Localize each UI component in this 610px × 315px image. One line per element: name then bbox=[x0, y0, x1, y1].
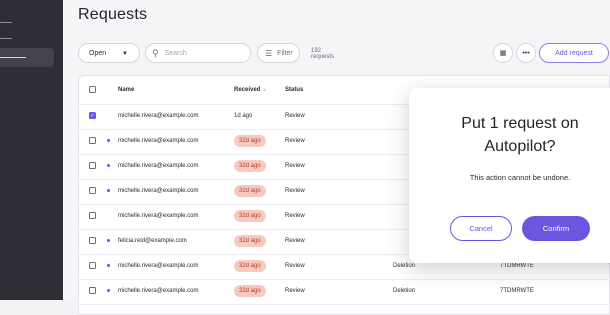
unread-dot-icon bbox=[107, 139, 110, 142]
columns-button[interactable]: ▦ bbox=[493, 43, 513, 63]
row-received: 1d ago bbox=[234, 113, 253, 119]
row-checkbox[interactable] bbox=[89, 287, 96, 294]
sidebar-item-marker bbox=[0, 57, 26, 58]
row-status: Review bbox=[285, 188, 305, 194]
row-type: Deletion bbox=[393, 263, 416, 269]
dialog-title: Put 1 request on Autopilot? bbox=[409, 112, 610, 158]
columns-icon: ▦ bbox=[499, 50, 507, 57]
confirm-button[interactable]: Confirm bbox=[522, 216, 590, 241]
header-name[interactable]: Name bbox=[118, 87, 134, 93]
dialog-subtitle: This action cannot be undone. bbox=[469, 173, 571, 182]
overdue-badge: 32d ago bbox=[234, 185, 266, 197]
sidebar-divider bbox=[0, 38, 12, 39]
row-status: Review bbox=[285, 288, 305, 294]
row-status: Review bbox=[285, 163, 305, 169]
dialog-title-line1: Put 1 request on bbox=[461, 115, 579, 132]
row-type: Deletion bbox=[393, 288, 416, 294]
row-email: michelle.rivera@example.com bbox=[118, 138, 199, 144]
dialog-title-line2: Autopilot? bbox=[484, 138, 556, 155]
overdue-badge: 32d ago bbox=[234, 285, 266, 297]
table-row[interactable]: michelle.rivera@example.com 32d ago Review… bbox=[79, 279, 610, 305]
row-email: michelle.rivera@example.com bbox=[118, 213, 199, 219]
row-checkbox[interactable] bbox=[89, 187, 96, 194]
unread-dot-icon bbox=[107, 239, 110, 242]
row-reference: 7TDMRWTE bbox=[500, 288, 534, 294]
confirm-dialog: Put 1 request on Autopilot? This action … bbox=[409, 88, 610, 263]
caret-down-icon: ▼ bbox=[122, 51, 128, 57]
overdue-badge: 32d ago bbox=[234, 235, 266, 247]
search-icon: ⚲ bbox=[152, 47, 159, 58]
request-count: 192 requests bbox=[311, 48, 335, 60]
row-status: Review bbox=[285, 113, 305, 119]
row-checkbox[interactable]: ✓ bbox=[89, 112, 96, 119]
row-checkbox[interactable] bbox=[89, 237, 96, 244]
row-email: michelle.rivera@example.com bbox=[118, 188, 199, 194]
header-received-label: Received bbox=[234, 87, 261, 93]
overdue-badge: 32d ago bbox=[234, 135, 266, 147]
row-email: michelle.rivera@example.com bbox=[118, 288, 199, 294]
search-placeholder: Search bbox=[164, 49, 187, 57]
unread-dot-icon bbox=[107, 289, 110, 292]
add-request-button[interactable]: Add request bbox=[539, 43, 609, 63]
filter-button[interactable]: ☰ Filter bbox=[257, 43, 300, 63]
search-input[interactable]: ⚲ Search bbox=[145, 43, 251, 63]
row-checkbox[interactable] bbox=[89, 262, 96, 269]
row-email: michelle.rivera@example.com bbox=[118, 163, 199, 169]
header-status[interactable]: Status bbox=[285, 87, 303, 93]
more-icon: ••• bbox=[522, 49, 530, 57]
more-button[interactable]: ••• bbox=[516, 43, 536, 63]
row-email: michelle.rivera@example.com bbox=[118, 113, 199, 119]
status-select[interactable]: Open ▼ bbox=[78, 43, 140, 63]
row-checkbox[interactable] bbox=[89, 212, 96, 219]
status-select-value: Open bbox=[89, 49, 107, 57]
sidebar-item-requests[interactable] bbox=[0, 48, 54, 67]
overdue-badge: 32d ago bbox=[234, 210, 266, 222]
filter-icon: ☰ bbox=[265, 48, 273, 58]
row-checkbox[interactable] bbox=[89, 137, 96, 144]
main-content: Requests Open ▼ ⚲ Search ☰ Filter 192 re… bbox=[63, 0, 610, 315]
row-status: Review bbox=[285, 213, 305, 219]
sidebar-divider bbox=[0, 22, 12, 23]
overdue-badge: 32d ago bbox=[234, 160, 266, 172]
row-reference: 7TDMRWTE bbox=[500, 263, 534, 269]
unread-dot-icon bbox=[107, 164, 110, 167]
sidebar bbox=[0, 0, 63, 300]
overdue-badge: 32d ago bbox=[234, 260, 266, 272]
unread-dot-icon bbox=[107, 264, 110, 267]
cancel-button[interactable]: Cancel bbox=[450, 216, 512, 241]
unread-dot-icon bbox=[107, 189, 110, 192]
row-checkbox[interactable] bbox=[89, 162, 96, 169]
select-all-checkbox[interactable] bbox=[89, 86, 96, 93]
row-status: Review bbox=[285, 138, 305, 144]
row-status: Review bbox=[285, 263, 305, 269]
sort-arrow-icon: ↓ bbox=[263, 87, 267, 93]
row-email: michelle.rivera@example.com bbox=[118, 263, 199, 269]
page-title: Requests bbox=[78, 6, 148, 23]
row-email: felicia.reid@example.com bbox=[118, 238, 187, 244]
filter-label: Filter bbox=[277, 49, 293, 57]
row-status: Review bbox=[285, 238, 305, 244]
header-received[interactable]: Received ↓ bbox=[234, 87, 266, 93]
